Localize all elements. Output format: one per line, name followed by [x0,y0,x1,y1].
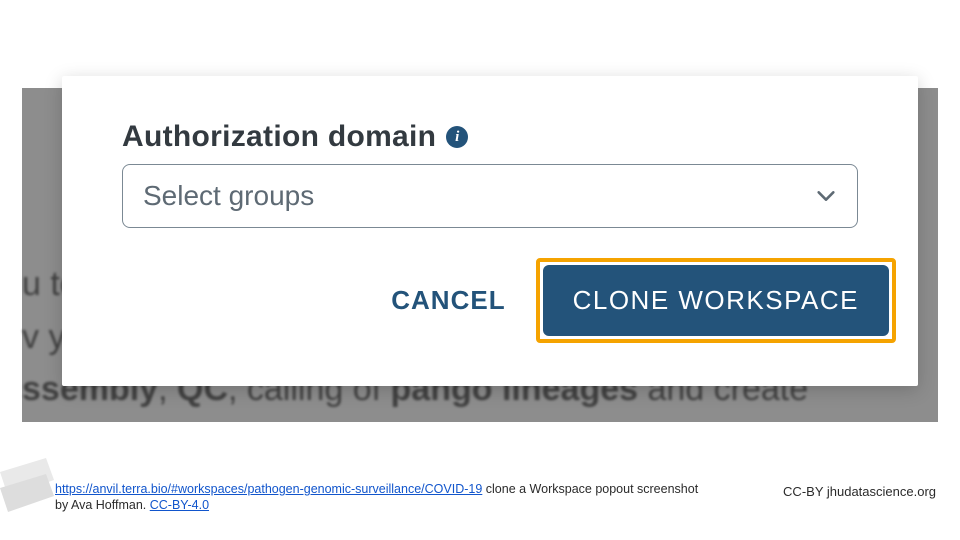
decorative-ribbon-icon [0,458,54,516]
slide-canvas: u to v y ssembly, QC, calling of pango l… [0,0,960,540]
info-icon[interactable]: i [446,126,468,148]
license-link[interactable]: CC-BY-4.0 [150,498,209,512]
authorization-domain-select[interactable]: Select groups [122,164,858,228]
ccby-credit: CC-BY jhudatascience.org [783,484,936,499]
section-title-text: Authorization domain [122,120,436,154]
caption-text: clone a Workspace popout screenshot [482,482,698,496]
chevron-down-icon [815,185,837,207]
modal-button-row: CANCEL CLONE WORKSPACE [383,258,896,343]
by-author: by Ava Hoffman. [55,498,150,512]
source-url-link[interactable]: https://anvil.terra.bio/#workspaces/path… [55,482,482,496]
authorization-domain-label: Authorization domain i [122,120,468,154]
attribution-footer: https://anvil.terra.bio/#workspaces/path… [55,482,905,512]
screenshot-region: u to v y ssembly, QC, calling of pango l… [22,88,938,422]
clone-button-highlight: CLONE WORKSPACE [536,258,896,343]
clone-workspace-button[interactable]: CLONE WORKSPACE [543,265,889,336]
cancel-button[interactable]: CANCEL [383,271,513,330]
bg-line2: v y [22,318,65,356]
clone-workspace-modal: Authorization domain i Select groups CAN… [62,76,918,386]
select-placeholder: Select groups [143,180,815,212]
